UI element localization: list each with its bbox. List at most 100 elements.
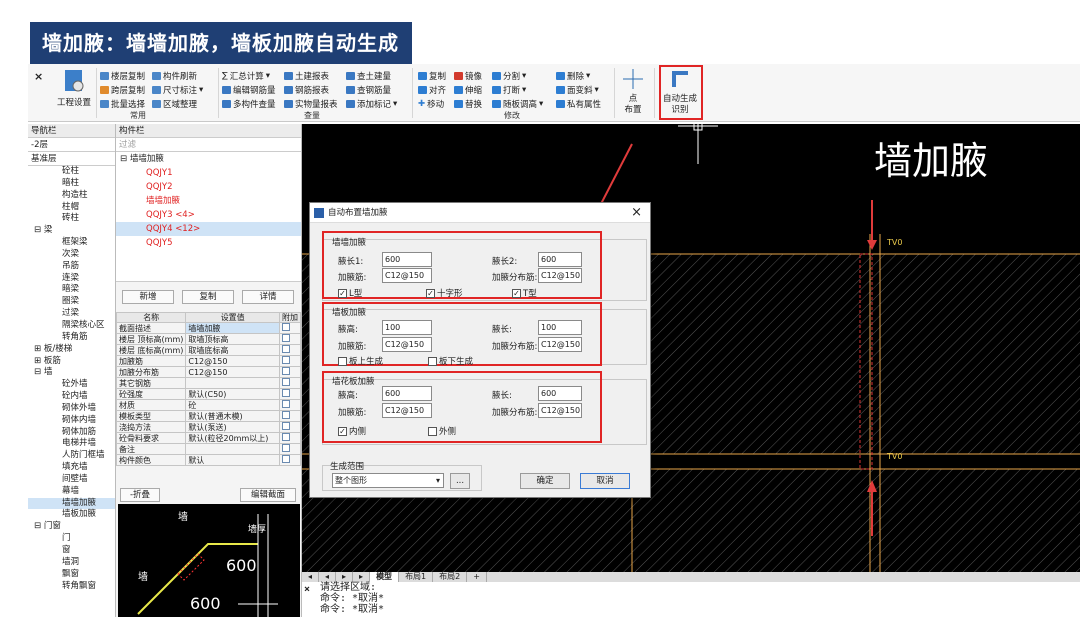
property-value[interactable]: 取墙顶标高 [185, 333, 280, 345]
property-row[interactable]: 楼层 顶标高(mm) 取墙顶标高 [115, 333, 301, 345]
tab-navigation[interactable]: 导航栏 [31, 124, 57, 137]
edit-section-button[interactable]: 编辑截面 [240, 488, 296, 502]
nav-item[interactable]: 间壁墙 [28, 474, 115, 486]
slope-button[interactable]: 面变斜 ▾ [556, 84, 599, 96]
filter-input[interactable]: 过滤 [116, 138, 301, 152]
dimension-button[interactable]: 尺寸标注 ▾ [152, 84, 203, 96]
sheet-tab[interactable]: ▸ [353, 572, 371, 582]
nav-item[interactable]: 墙洞 [28, 557, 115, 569]
component-refresh-button[interactable]: 构件刷新 [152, 70, 197, 82]
property-row[interactable]: 加腋分布筋 C12@150 [115, 366, 301, 378]
nav-item[interactable]: 砌体内墙 [28, 415, 115, 427]
copy-component-button[interactable]: 复制 [182, 290, 234, 304]
property-extra-checkbox[interactable] [279, 410, 301, 422]
s2-length-input[interactable]: 100 [538, 320, 582, 335]
component-item[interactable]: QQJY5 [116, 236, 301, 250]
property-extra-checkbox[interactable] [279, 344, 301, 356]
property-extra-checkbox[interactable] [279, 333, 301, 345]
nav-item[interactable]: 飘窗 [28, 569, 115, 581]
property-row[interactable]: 砼强度 默认(C50) [115, 388, 301, 400]
tab-components[interactable]: 构件栏 [116, 124, 301, 138]
sheet-tab[interactable]: 模型 [370, 572, 400, 582]
range-pick-button[interactable]: ... [450, 473, 470, 489]
nav-item[interactable]: 电梯井墙 [28, 438, 115, 450]
s1-dist-input[interactable]: C12@150 [538, 268, 582, 283]
add-component-button[interactable]: 新增 [122, 290, 174, 304]
property-extra-checkbox[interactable] [279, 355, 301, 367]
fold-button[interactable]: -折叠 [120, 488, 160, 502]
sheet-tab[interactable]: ◂ [319, 572, 337, 582]
property-extra-checkbox[interactable] [279, 421, 301, 433]
sheet-tab[interactable]: ▸ [336, 572, 354, 582]
floor-copy-button[interactable]: 楼层复制 [100, 70, 145, 82]
base-layer-select[interactable]: 基准层 [28, 152, 115, 166]
property-row[interactable]: 备注 [115, 443, 301, 455]
property-value[interactable]: C12@150 [185, 366, 280, 378]
floor-select[interactable]: -2层 [28, 138, 115, 152]
nav-item[interactable]: 人防门框墙 [28, 450, 115, 462]
add-mark-button[interactable]: 添加标记 ▾ [346, 98, 397, 110]
property-row[interactable]: 构件颜色 默认 [115, 454, 301, 466]
component-item[interactable]: QQJY4 <12> [116, 222, 301, 236]
project-settings-button[interactable]: 工程设置 [54, 68, 94, 109]
nav-item[interactable]: 暗梁 [28, 284, 115, 296]
nav-item[interactable]: 砌体加筋 [28, 427, 115, 439]
s2-dist-input[interactable]: C12@150 [538, 337, 582, 352]
property-extra-checkbox[interactable] [279, 366, 301, 378]
area-tidy-button[interactable]: 区域整理 [152, 98, 197, 110]
s3-height-input[interactable]: 600 [382, 386, 432, 401]
multi-query-button[interactable]: 多构件查量 [222, 98, 276, 110]
property-row[interactable]: 加腋筋 C12@150 [115, 355, 301, 367]
check-inner[interactable]: ✓ 内侧 [338, 425, 366, 437]
nav-item[interactable]: 砼内墙 [28, 391, 115, 403]
sheet-tab[interactable]: + [467, 572, 487, 582]
align-button[interactable]: 对齐 [418, 84, 446, 96]
nav-item[interactable]: 砖柱 [28, 213, 115, 225]
command-close-icon[interactable]: × [304, 584, 310, 595]
follow-slab-button[interactable]: 随板调高 ▾ [492, 98, 543, 110]
civil-report-button[interactable]: 土建报表 [284, 70, 329, 82]
property-extra-checkbox[interactable] [279, 377, 301, 389]
property-extra-checkbox[interactable] [279, 454, 301, 466]
ribbon-close-icon[interactable]: × [34, 70, 43, 83]
batch-select-button[interactable]: 批量选择 [100, 98, 145, 110]
nav-item[interactable]: 墙墙加腋 [28, 497, 115, 510]
sheet-tab[interactable]: 布局1 [399, 572, 434, 582]
nav-item[interactable]: 连梁 [28, 273, 115, 285]
component-item[interactable]: QQJY1 [116, 166, 301, 180]
property-value[interactable]: 默认(普通木模) [185, 410, 280, 422]
property-value[interactable]: 墙墙加腋 [185, 322, 280, 334]
edit-rebar-button[interactable]: 编辑钢筋量 [222, 84, 276, 96]
nav-item[interactable]: ⊟ 门窗 [28, 521, 115, 533]
dialog-close-icon[interactable]: × [631, 203, 642, 223]
check-l-type[interactable]: ✓ L型 [338, 287, 362, 299]
property-extra-checkbox[interactable] [279, 443, 301, 455]
len2-input[interactable]: 600 [538, 252, 582, 267]
s3-rebar-input[interactable]: C12@150 [382, 403, 432, 418]
break-button[interactable]: 打断 ▾ [492, 84, 526, 96]
detail-button[interactable]: 详情 [242, 290, 294, 304]
property-extra-checkbox[interactable] [279, 388, 301, 400]
property-value[interactable]: C12@150 [185, 355, 280, 367]
property-extra-checkbox[interactable] [279, 399, 301, 411]
property-value[interactable]: 砼 [185, 399, 280, 411]
copy-button[interactable]: 复制 [418, 70, 446, 82]
property-value[interactable]: 取墙底标高 [185, 344, 280, 356]
property-row[interactable]: 截面描述 墙墙加腋 [115, 322, 301, 334]
cross-floor-copy-button[interactable]: 跨层复制 [100, 84, 145, 96]
range-select[interactable]: 整个图形 ▾ [332, 473, 444, 488]
nav-item[interactable]: 窗 [28, 545, 115, 557]
len1-input[interactable]: 600 [382, 252, 432, 267]
split-button[interactable]: 分割 ▾ [492, 70, 526, 82]
property-value[interactable]: 默认 [185, 454, 280, 466]
s1-rebar-input[interactable]: C12@150 [382, 268, 432, 283]
component-item[interactable]: QQJY3 <4> [116, 208, 301, 222]
private-props-button[interactable]: 私有属性 [556, 98, 601, 110]
nav-item[interactable]: 转角飘窗 [28, 581, 115, 593]
summary-calc-button[interactable]: ∑ 汇总计算 ▾ [222, 70, 270, 82]
nav-item[interactable]: 砌体外墙 [28, 403, 115, 415]
s2-height-input[interactable]: 100 [382, 320, 432, 335]
s3-length-input[interactable]: 600 [538, 386, 582, 401]
replace-button[interactable]: 替换 [454, 98, 482, 110]
nav-item[interactable]: 转角筋 [28, 332, 115, 344]
